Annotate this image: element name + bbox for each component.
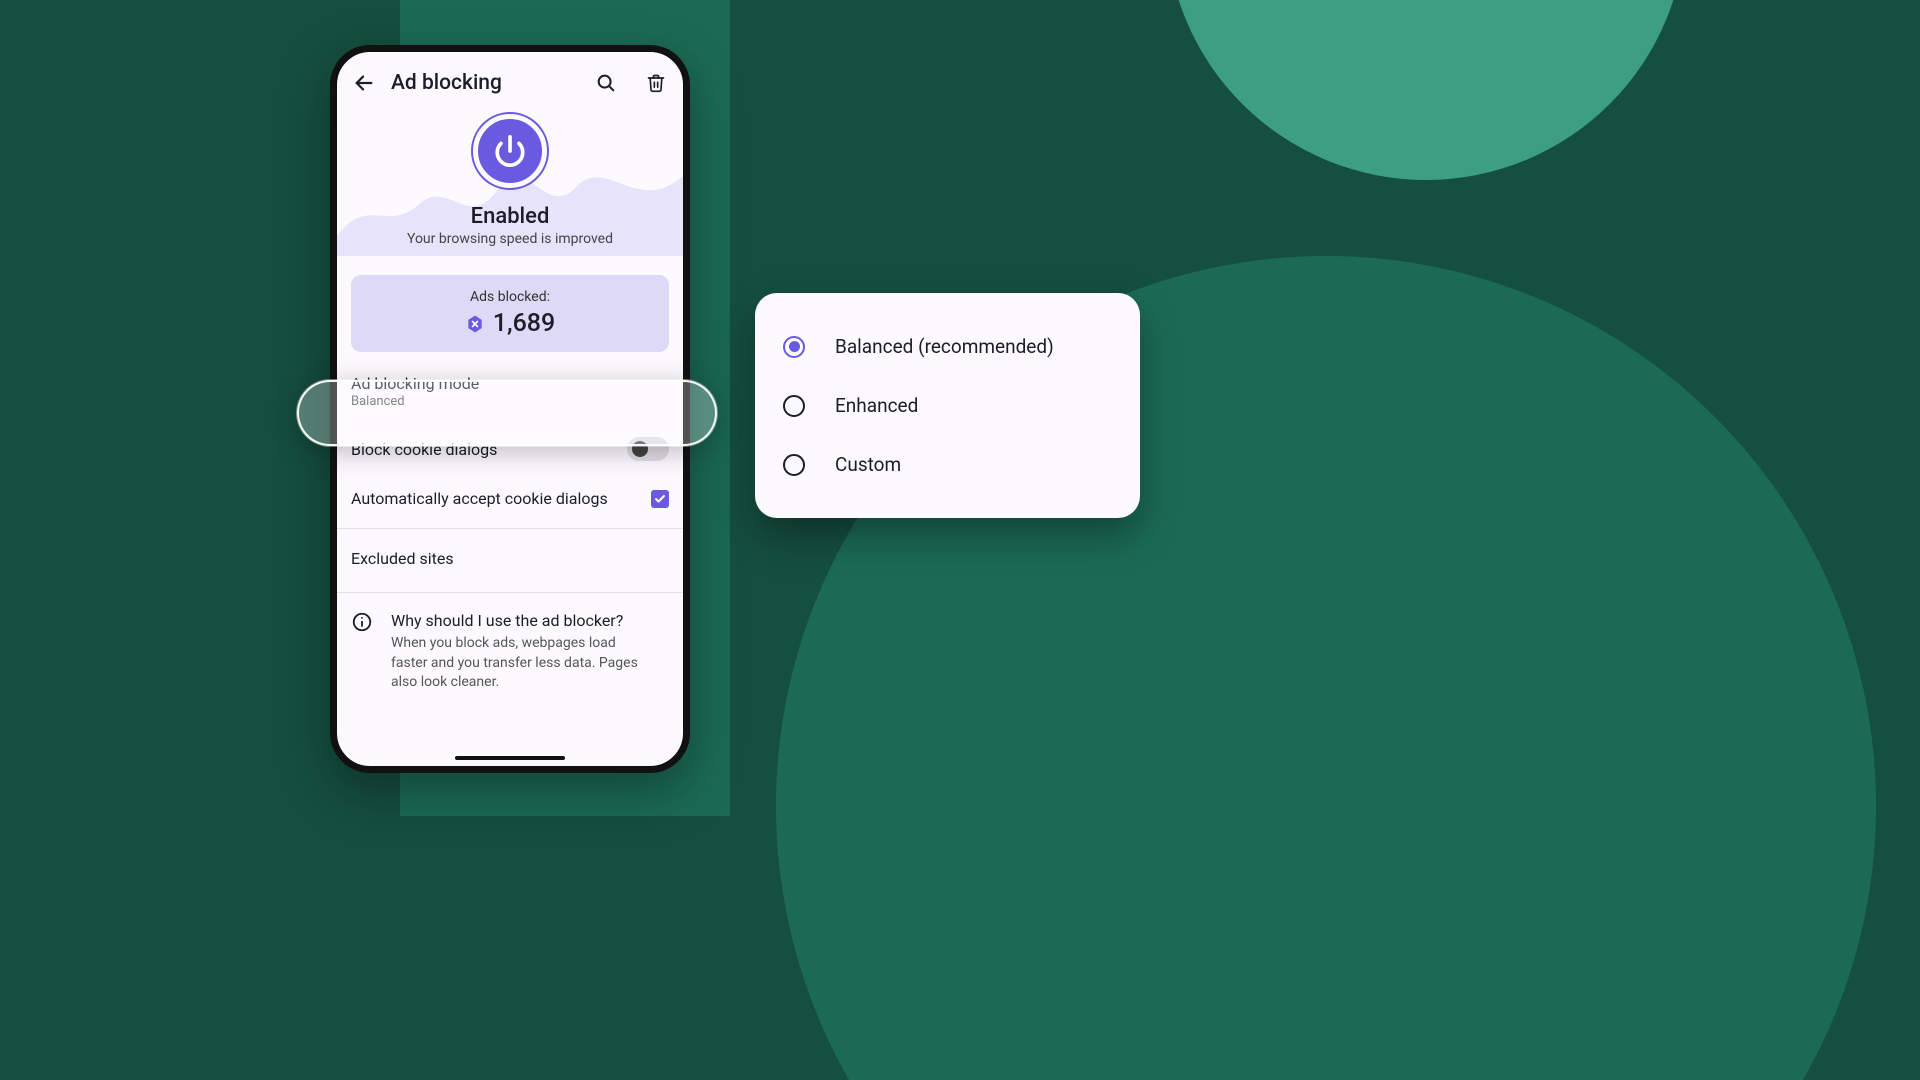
radio-unselected-icon: [783, 454, 805, 476]
block-cookie-dialogs-switch[interactable]: [627, 437, 669, 461]
gesture-bar: [455, 756, 565, 760]
radio-unselected-icon: [783, 395, 805, 417]
power-icon: [493, 134, 527, 168]
info-section: Why should I use the ad blocker? When yo…: [337, 592, 683, 711]
background-circle-small: [1166, 0, 1686, 180]
back-icon[interactable]: [351, 70, 377, 96]
info-answer: When you block ads, webpages load faster…: [391, 634, 641, 693]
excluded-sites-label: Excluded sites: [351, 549, 454, 568]
mode-options-popup: Balanced (recommended) Enhanced Custom: [755, 293, 1140, 518]
ads-blocked-count: 1,689: [493, 309, 555, 338]
app-header: Ad blocking: [337, 52, 683, 106]
trash-icon[interactable]: [643, 70, 669, 96]
mode-option-label: Enhanced: [835, 394, 918, 417]
mode-option-label: Balanced (recommended): [835, 335, 1054, 358]
power-toggle-button[interactable]: [473, 114, 547, 188]
block-cookie-dialogs-label: Block cookie dialogs: [351, 440, 497, 459]
ads-blocked-card[interactable]: Ads blocked: 1,689: [351, 275, 669, 352]
info-icon: [351, 611, 373, 693]
ad-blocking-mode-label: Ad blocking mode: [351, 374, 479, 393]
page-title: Ad blocking: [391, 71, 579, 95]
status-subtext: Your browsing speed is improved: [337, 231, 683, 247]
auto-accept-cookie-row[interactable]: Automatically accept cookie dialogs: [337, 475, 683, 522]
mode-option-custom[interactable]: Custom: [755, 435, 1140, 494]
check-icon: [654, 493, 666, 505]
info-question: Why should I use the ad blocker?: [391, 611, 641, 630]
ad-blocking-mode-value: Balanced: [351, 394, 479, 409]
auto-accept-cookie-checkbox[interactable]: [651, 490, 669, 508]
mode-option-enhanced[interactable]: Enhanced: [755, 376, 1140, 435]
search-icon[interactable]: [593, 70, 619, 96]
ads-blocked-label: Ads blocked:: [351, 289, 669, 305]
ad-blocking-mode-row[interactable]: Ad blocking mode Balanced: [337, 352, 683, 423]
radio-selected-icon: [783, 336, 805, 358]
excluded-sites-row[interactable]: Excluded sites: [337, 529, 683, 588]
auto-accept-cookie-label: Automatically accept cookie dialogs: [351, 489, 608, 508]
phone-frame: Ad blocking Enabled Your browsing speed …: [330, 45, 690, 773]
status-hero: Enabled Your browsing speed is improved: [337, 106, 683, 257]
block-cookie-dialogs-row[interactable]: Block cookie dialogs: [337, 423, 683, 475]
mode-option-balanced[interactable]: Balanced (recommended): [755, 317, 1140, 376]
hexagon-badge-icon: [465, 314, 485, 334]
status-label: Enabled: [337, 204, 683, 229]
mode-option-label: Custom: [835, 453, 901, 476]
